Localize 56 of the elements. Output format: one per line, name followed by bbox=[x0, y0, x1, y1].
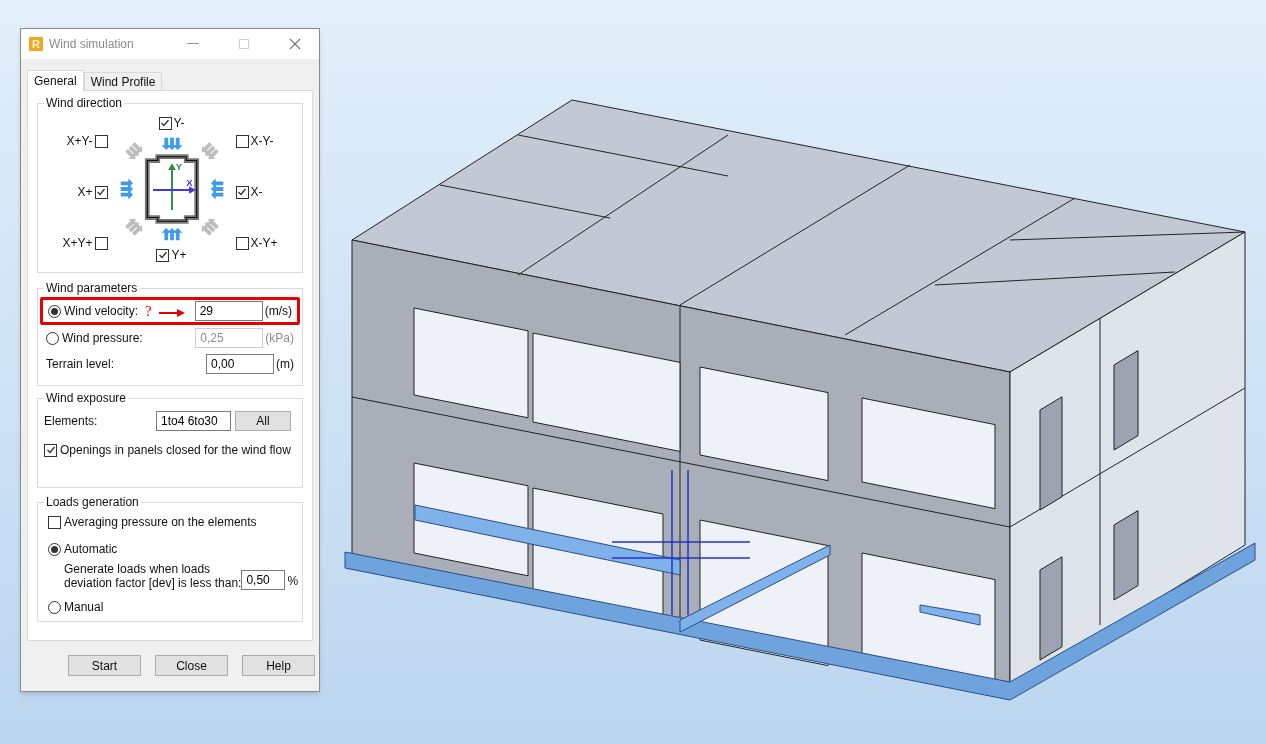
radio-button[interactable] bbox=[48, 542, 61, 556]
parameter-label: Terrain level: bbox=[46, 356, 115, 373]
group-title: Wind exposure bbox=[44, 390, 129, 406]
unit-label: (m/s) bbox=[264, 303, 292, 320]
direction-label: Y+ bbox=[171, 247, 187, 264]
input-field[interactable]: 0,50 bbox=[241, 570, 286, 590]
checkbox[interactable] bbox=[235, 236, 249, 250]
checkbox[interactable] bbox=[94, 236, 108, 250]
checkbox[interactable] bbox=[94, 185, 108, 199]
all-button[interactable]: All bbox=[235, 411, 291, 431]
group-title: Wind parameters bbox=[44, 280, 140, 296]
parameter-label: Wind pressure: bbox=[62, 330, 143, 347]
checkbox-label: Openings in panels closed for the wind flow bbox=[60, 442, 291, 459]
radio-label: Manual bbox=[64, 599, 104, 616]
checkbox[interactable] bbox=[235, 134, 249, 148]
input-field[interactable]: 29 bbox=[194, 301, 263, 321]
direction-label: X- bbox=[250, 184, 263, 201]
question-mark: ? bbox=[145, 301, 152, 321]
checkbox[interactable] bbox=[94, 134, 108, 148]
direction-label: X-Y- bbox=[250, 133, 274, 150]
app-logo: R bbox=[29, 37, 43, 51]
window-title: Wind simulation bbox=[49, 36, 135, 53]
unit-label: (kPa) bbox=[265, 330, 294, 347]
elements-label: Elements: bbox=[44, 413, 99, 430]
direction-label: X+Y+ bbox=[62, 235, 93, 252]
arrow-icon bbox=[159, 309, 185, 317]
checkbox[interactable] bbox=[44, 443, 57, 457]
input-field[interactable]: 0,00 bbox=[206, 354, 274, 374]
direction-label: X-Y+ bbox=[250, 235, 278, 252]
checkbox-label: Averaging pressure on the elements bbox=[64, 514, 257, 531]
checkbox[interactable] bbox=[235, 185, 249, 199]
radio-button[interactable] bbox=[48, 600, 61, 614]
dialog-button[interactable]: Start bbox=[68, 655, 141, 676]
close-icon[interactable] bbox=[289, 38, 301, 50]
tab[interactable]: Wind Profile bbox=[83, 72, 163, 90]
minimize-icon[interactable] bbox=[187, 43, 199, 45]
direction-label: Y- bbox=[173, 115, 185, 132]
group-title: Loads generation bbox=[44, 494, 141, 510]
dialog-button[interactable]: Close bbox=[155, 655, 228, 676]
description-text: deviation factor [dev] is less than: bbox=[64, 576, 242, 590]
unit-label: % bbox=[287, 573, 299, 590]
checkbox[interactable] bbox=[48, 515, 61, 529]
tab[interactable]: General bbox=[27, 70, 84, 91]
parameter-label: Wind velocity: bbox=[64, 303, 139, 320]
description-text: Generate loads when loads bbox=[64, 562, 212, 576]
input-field[interactable]: 1to4 6to30 bbox=[156, 411, 231, 431]
checkbox[interactable] bbox=[158, 116, 172, 130]
unit-label: (m) bbox=[276, 356, 294, 373]
radio-label: Automatic bbox=[64, 541, 118, 558]
radio-button[interactable] bbox=[46, 331, 59, 345]
radio-button[interactable] bbox=[48, 304, 61, 318]
direction-label: X+ bbox=[77, 184, 93, 201]
wind-directions-drawing: Y X bbox=[111, 132, 232, 246]
direction-label: X+Y- bbox=[66, 133, 93, 150]
dialog-button[interactable]: Help bbox=[242, 655, 315, 676]
checkbox[interactable] bbox=[156, 248, 170, 262]
